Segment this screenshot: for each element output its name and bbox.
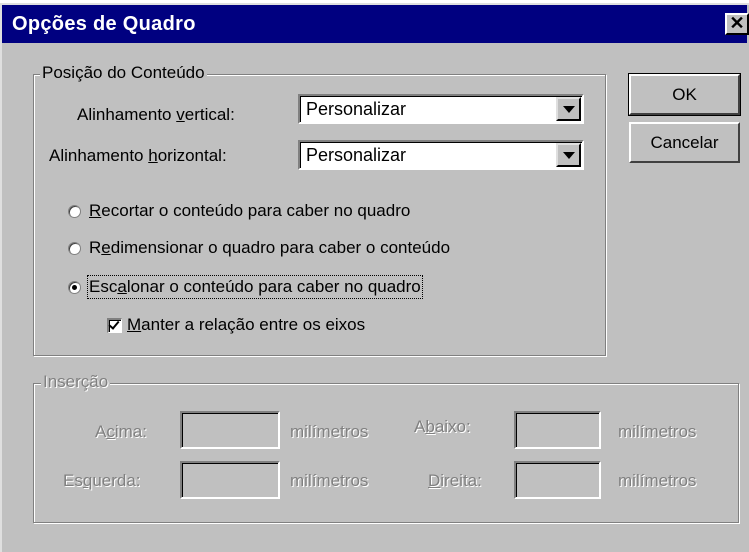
- radio-resize-label[interactable]: Redimensionar o quadro para caber o cont…: [89, 238, 450, 258]
- inset-group: [33, 383, 739, 523]
- vertical-align-label: Alinhamento vertical:: [77, 105, 235, 124]
- vertical-align-dropdown-button[interactable]: [556, 97, 581, 121]
- inset-top-input[interactable]: [180, 411, 280, 449]
- content-position-title: Posição do Conteúdo: [40, 63, 207, 83]
- chevron-down-icon: [562, 105, 575, 113]
- vertical-align-select[interactable]: Personalizar: [298, 94, 584, 124]
- inset-right-input[interactable]: [514, 461, 601, 499]
- inset-top-unit: milímetros: [290, 422, 369, 441]
- checkmark-icon: [108, 318, 120, 330]
- radio-crop-label[interactable]: Recortar o conteúdo para caber no quadro: [89, 201, 410, 221]
- inset-left-unit: milímetros: [290, 471, 369, 490]
- close-button[interactable]: ✕: [725, 13, 749, 35]
- radio-crop[interactable]: [68, 205, 81, 218]
- inset-title: Inserção: [41, 372, 111, 392]
- radio-scale[interactable]: [68, 281, 81, 294]
- inset-bottom-unit: milímetros: [618, 422, 697, 441]
- horizontal-align-dropdown-button[interactable]: [556, 143, 581, 167]
- inset-left-input[interactable]: [180, 461, 280, 499]
- radio-resize[interactable]: [68, 242, 81, 255]
- title-bar: Opções de Quadro ✕: [2, 5, 749, 43]
- close-icon: ✕: [729, 13, 745, 33]
- ok-button[interactable]: OK: [628, 73, 741, 116]
- vertical-align-value: Personalizar: [306, 99, 407, 119]
- horizontal-align-select[interactable]: Personalizar: [298, 140, 584, 170]
- horizontal-align-label: Alinhamento horizontal:: [49, 146, 227, 165]
- window-title: Opções de Quadro: [12, 13, 196, 35]
- inset-right-unit: milímetros: [618, 471, 697, 490]
- radio-scale-label[interactable]: Escalonar o conteúdo para caber no quadr…: [87, 275, 423, 299]
- inset-left-label: Esquerda:: [63, 471, 141, 490]
- horizontal-align-value: Personalizar: [306, 145, 407, 165]
- cancel-button[interactable]: Cancelar: [629, 122, 740, 163]
- inset-bottom-input[interactable]: [514, 411, 601, 449]
- inset-bottom-label: Abaixo:: [414, 417, 471, 436]
- inset-top-label: Acima:: [95, 422, 147, 441]
- keep-ratio-checkbox[interactable]: [107, 318, 122, 333]
- keep-ratio-label[interactable]: Manter a relação entre os eixos: [127, 315, 365, 335]
- inset-right-label: Direita:: [428, 471, 482, 490]
- radio-selected-dot: [72, 285, 77, 290]
- chevron-down-icon: [562, 151, 575, 159]
